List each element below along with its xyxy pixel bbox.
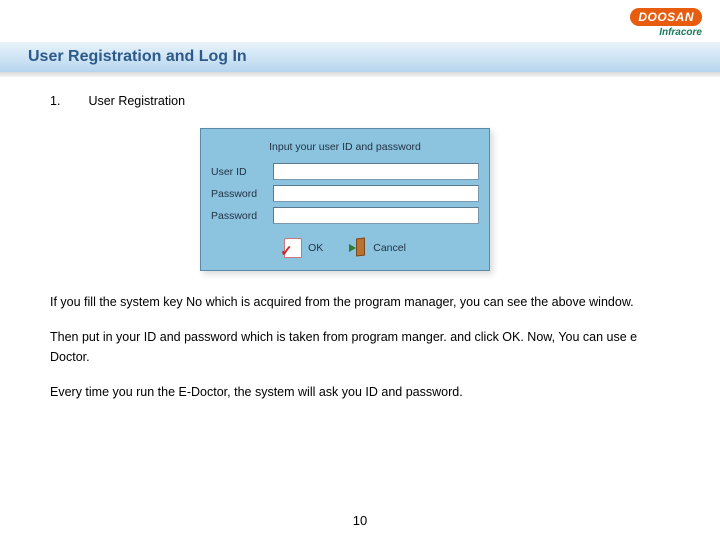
logo-main: DOOSAN <box>630 8 702 26</box>
dialog-buttons: OK Cancel <box>211 238 479 258</box>
dialog-screenshot: Input your user ID and password User ID … <box>200 128 670 271</box>
password-label-2: Password <box>211 210 273 222</box>
ok-label: OK <box>308 242 323 254</box>
title-divider <box>0 72 720 77</box>
page-title: User Registration and Log In <box>28 48 247 66</box>
brand-logo: DOOSAN Infracore <box>630 8 702 38</box>
exit-door-icon <box>353 238 367 258</box>
cancel-button[interactable]: Cancel <box>353 238 406 258</box>
content-area: 1. User Registration Input your user ID … <box>50 92 670 419</box>
login-dialog: Input your user ID and password User ID … <box>200 128 490 271</box>
cancel-label: Cancel <box>373 242 406 254</box>
section-label: User Registration <box>88 94 185 108</box>
section-heading: 1. User Registration <box>50 92 670 110</box>
ok-button[interactable]: OK <box>284 238 323 258</box>
password-input-2[interactable] <box>273 207 479 224</box>
userid-label: User ID <box>211 166 273 178</box>
ok-check-icon <box>284 238 302 258</box>
password-label-1: Password <box>211 188 273 200</box>
paragraph-1: If you fill the system key No which is a… <box>50 293 670 312</box>
logo-sub: Infracore <box>630 28 702 38</box>
page-number: 10 <box>0 513 720 528</box>
paragraph-3: Every time you run the E-Doctor, the sys… <box>50 383 670 402</box>
section-number: 1. <box>50 94 84 108</box>
userid-input[interactable] <box>273 163 479 180</box>
title-bar: User Registration and Log In <box>0 42 720 72</box>
userid-row: User ID <box>211 163 479 180</box>
password-row-2: Password <box>211 207 479 224</box>
dialog-heading: Input your user ID and password <box>211 137 479 163</box>
paragraph-2: Then put in your ID and password which i… <box>50 328 670 367</box>
password-row-1: Password <box>211 185 479 202</box>
password-input-1[interactable] <box>273 185 479 202</box>
